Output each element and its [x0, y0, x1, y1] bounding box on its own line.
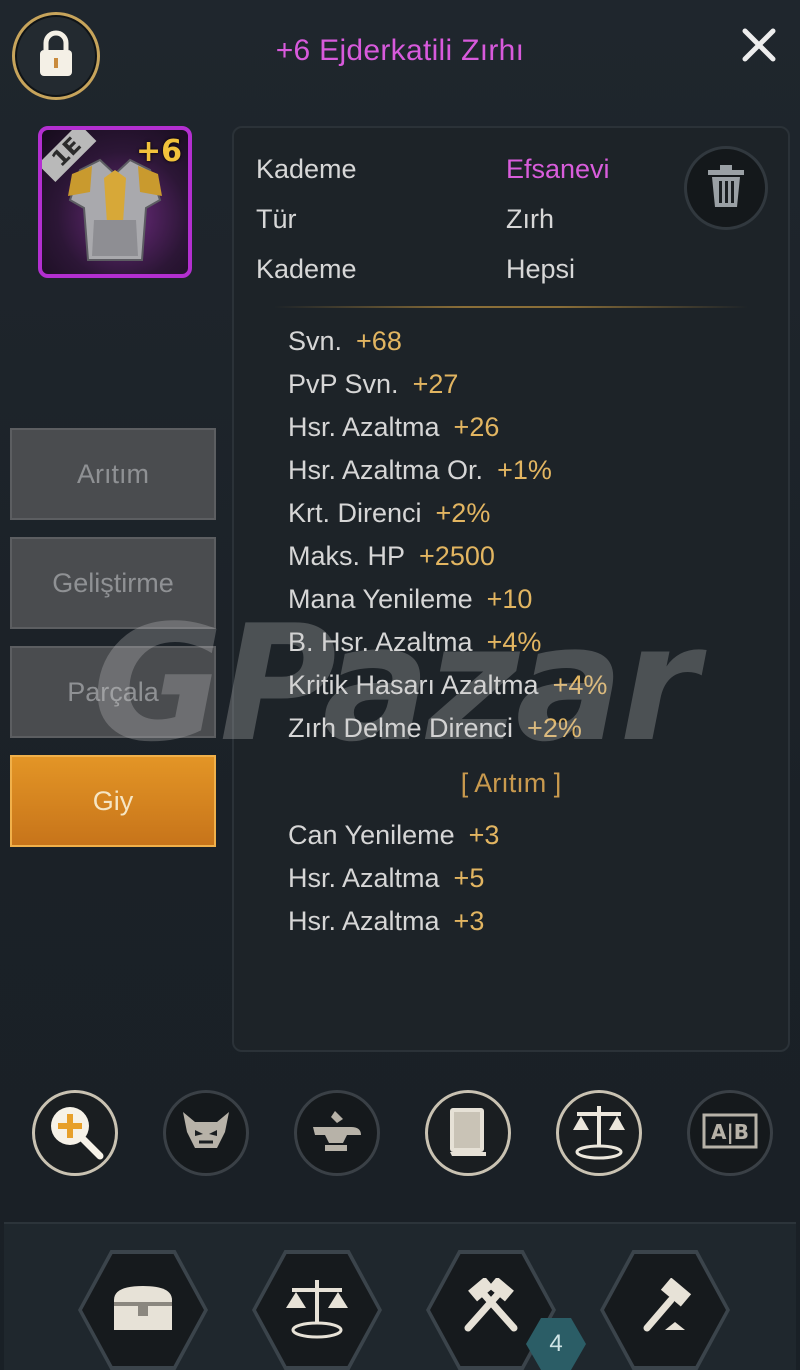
- stat-value: +4%: [552, 670, 608, 700]
- zoom-plus-icon: [46, 1102, 104, 1165]
- stat-value: +26: [453, 412, 500, 442]
- stat-name: Hsr. Azaltma: [288, 863, 440, 893]
- chest-icon: [110, 1282, 176, 1339]
- info-value-grade: Efsanevi: [506, 154, 610, 184]
- stat-name: B. Hsr. Azaltma: [288, 627, 473, 657]
- stat-row: Svn. +68: [288, 326, 402, 357]
- stat-row: Hsr. Azaltma +26: [288, 412, 499, 443]
- stat-value: +5: [453, 863, 485, 893]
- soul-button[interactable]: [163, 1090, 249, 1176]
- equip-button[interactable]: Giy: [10, 755, 216, 847]
- craft-button[interactable]: [294, 1090, 380, 1176]
- hammer-icon: [635, 1277, 695, 1343]
- stat-name: Maks. HP: [288, 541, 406, 571]
- item-details-panel: Kademe Efsanevi Tür Zırh Kademe Hepsi Sv…: [232, 126, 790, 1052]
- stat-row: Krt. Direnci +2%: [288, 498, 490, 529]
- item-title: +6 Ejderkatili Zırhı: [275, 34, 525, 67]
- stat-value: +4%: [486, 627, 542, 657]
- armor-icon: [68, 158, 162, 261]
- stat-value: +2%: [527, 713, 582, 743]
- stat-row: PvP Svn. +27: [288, 369, 458, 400]
- codex-button[interactable]: [425, 1090, 511, 1176]
- stat-value: +10: [486, 584, 533, 614]
- stat-name: Zırh Delme Direnci: [288, 713, 514, 743]
- stat-value: +2%: [435, 498, 491, 528]
- stat-name: Hsr. Azaltma: [288, 412, 440, 442]
- demon-mask-icon: [179, 1108, 233, 1159]
- item-portrait: 1E +6: [38, 126, 192, 278]
- lock-button[interactable]: [12, 12, 100, 100]
- stat-name: Can Yenileme: [288, 820, 455, 850]
- upgrade-button[interactable]: Geliştirme: [10, 537, 216, 629]
- scales-icon: [569, 1102, 629, 1165]
- stat-row: Kritik Hasarı Azaltma +4%: [288, 670, 607, 701]
- stat-name: Kritik Hasarı Azaltma: [288, 670, 539, 700]
- stat-name: Svn.: [288, 326, 343, 356]
- stat-value: +1%: [497, 455, 552, 485]
- stat-row: B. Hsr. Azaltma +4%: [288, 627, 541, 658]
- stat-name: Mana Yenileme: [288, 584, 473, 614]
- exchange-button[interactable]: [556, 1090, 642, 1176]
- info-label-class: Kademe: [256, 254, 357, 284]
- info-label-type: Tür: [256, 204, 297, 234]
- info-value-class: Hepsi: [506, 254, 576, 284]
- stat-row: Hsr. Azaltma Or. +1%: [288, 455, 552, 486]
- refine-stat-row: Can Yenileme +3: [288, 820, 499, 851]
- info-label-grade: Kademe: [256, 154, 357, 184]
- trade-scales-icon: [284, 1276, 350, 1345]
- discard-button[interactable]: [684, 146, 768, 230]
- stat-value: +3: [453, 906, 485, 936]
- stat-row: Mana Yenileme +10: [288, 584, 532, 615]
- trash-icon: [706, 164, 746, 213]
- info-value-type: Zırh: [506, 204, 555, 234]
- stat-value: +68: [356, 326, 402, 356]
- stat-value: +3: [468, 820, 500, 850]
- compare-button[interactable]: A|B: [687, 1090, 773, 1176]
- stat-value: +27: [412, 369, 459, 399]
- refine-section-heading: [ Arıtım ]: [460, 768, 562, 798]
- stat-name: Krt. Direnci: [288, 498, 422, 528]
- book-icon: [444, 1104, 492, 1163]
- stat-name: Hsr. Azaltma Or.: [288, 455, 484, 485]
- stat-row: Maks. HP +2500: [288, 541, 495, 572]
- refine-button[interactable]: Arıtım: [10, 428, 216, 520]
- stat-name: PvP Svn.: [288, 369, 399, 399]
- close-icon: [741, 27, 777, 68]
- stat-row: Zırh Delme Direnci +2%: [288, 713, 582, 744]
- anvil-icon: [309, 1107, 365, 1160]
- stat-name: Hsr. Azaltma: [288, 906, 440, 936]
- padlock-icon: [36, 30, 76, 83]
- section-divider: [274, 306, 748, 308]
- crossed-hammers-icon: [458, 1276, 524, 1343]
- dismantle-button[interactable]: Parçala: [10, 646, 216, 738]
- refine-stat-row: Hsr. Azaltma +3: [288, 906, 484, 937]
- refine-stat-row: Hsr. Azaltma +5: [288, 863, 484, 894]
- compare-ab-icon: A|B: [701, 1109, 759, 1158]
- stat-value: +2500: [419, 541, 495, 571]
- inspect-button[interactable]: [32, 1090, 118, 1176]
- compare-ab-label: A|B: [711, 1120, 749, 1144]
- close-button[interactable]: [736, 24, 782, 70]
